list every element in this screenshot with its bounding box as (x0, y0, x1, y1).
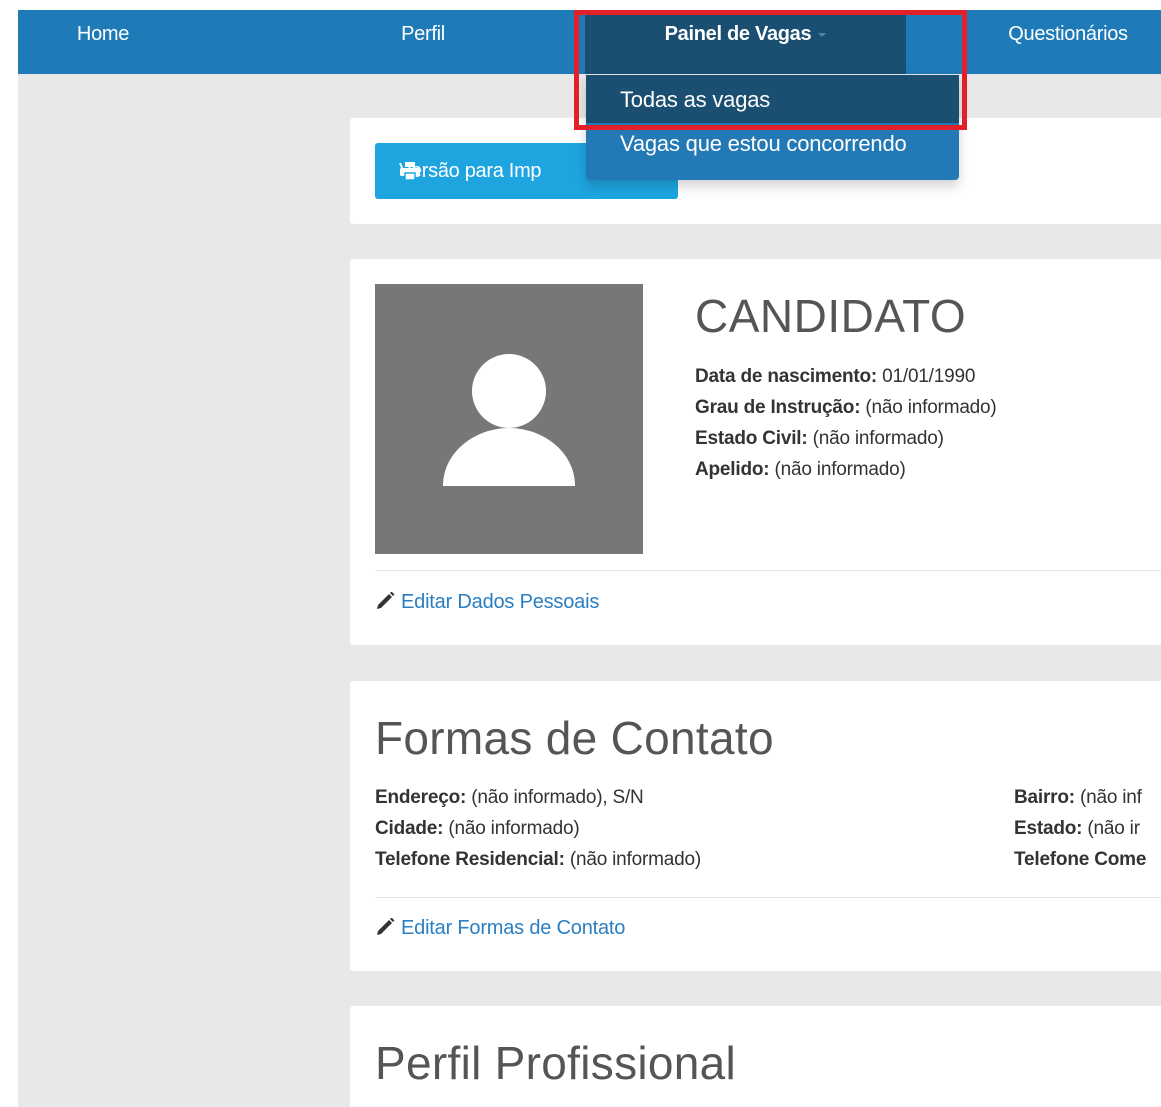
info-label: Telefone Residencial: (375, 849, 565, 870)
info-marital-status: Estado Civil: (não informado) (695, 423, 997, 454)
edit-contact-link[interactable]: Editar Formas de Contato (375, 917, 625, 940)
info-value: (não informado) (812, 428, 944, 449)
info-label: Data de nascimento: (695, 366, 878, 387)
contact-address: Endereço: (não informado), S/N (375, 782, 701, 813)
contact-business-phone: Telefone Come (1014, 844, 1146, 875)
divider (375, 570, 1161, 571)
candidate-name: CANDIDATO (695, 290, 967, 342)
info-value: 01/01/1990 (882, 366, 976, 387)
info-label: Estado Civil: (695, 428, 808, 449)
info-label: Bairro: (1014, 787, 1075, 808)
info-label: Estado: (1014, 818, 1083, 839)
info-label: Cidade: (375, 818, 444, 839)
info-label: Grau de Instrução: (695, 397, 861, 418)
page-background: Home Perfil Painel de Vagas Questionário… (18, 10, 1161, 1107)
contact-section-title: Formas de Contato (375, 712, 774, 764)
info-value: (não inf (1079, 787, 1142, 808)
info-label: Telefone Come (1014, 849, 1147, 870)
highlight-box (574, 10, 967, 130)
pencil-icon (377, 917, 395, 935)
info-education: Grau de Instrução: (não informado) (695, 392, 997, 423)
profile-photo (375, 284, 643, 554)
info-value: (não informado) (865, 397, 997, 418)
edit-contact-label: Editar Formas de Contato (401, 917, 626, 939)
divider (375, 897, 1161, 898)
nav-perfil[interactable]: Perfil (348, 10, 498, 74)
contact-home-phone: Telefone Residencial: (não informado) (375, 844, 701, 875)
info-value: (não ir (1087, 818, 1140, 839)
contact-state: Estado: (não ir (1014, 813, 1146, 844)
personal-info-list: Data de nascimento: 01/01/1990 Grau de I… (695, 361, 997, 485)
info-value: (não informado) (448, 818, 580, 839)
info-value: (não informado) (774, 459, 906, 480)
edit-personal-data-label: Editar Dados Pessoais (401, 591, 600, 613)
nav-questionarios[interactable]: Questionários (968, 10, 1161, 74)
printer-icon (400, 162, 420, 180)
info-label: Endereço: (375, 787, 467, 808)
info-label: Apelido: (695, 459, 770, 480)
nav-home[interactable]: Home (18, 10, 188, 74)
info-value: (não informado) (569, 849, 701, 870)
user-avatar-icon (443, 354, 575, 486)
info-value: (não informado), S/N (471, 787, 644, 808)
contact-left-column: Endereço: (não informado), S/N Cidade: (… (375, 782, 701, 875)
pencil-icon (377, 591, 395, 609)
professional-profile-card: Perfil Profissional (350, 1006, 1161, 1107)
info-nickname: Apelido: (não informado) (695, 454, 997, 485)
contact-city: Cidade: (não informado) (375, 813, 701, 844)
contact-right-column: Bairro: (não inf Estado: (não ir Telefon… (1014, 782, 1146, 875)
menu-item-vagas-concorrendo[interactable]: Vagas que estou concorrendo (586, 123, 959, 171)
personal-data-card: CANDIDATO Data de nascimento: 01/01/1990… (350, 259, 1161, 645)
contact-card: Formas de Contato Endereço: (não informa… (350, 681, 1161, 971)
profile-section-title: Perfil Profissional (375, 1037, 737, 1089)
edit-personal-data-link[interactable]: Editar Dados Pessoais (375, 591, 599, 614)
print-version-label: Versão para Imp (399, 160, 542, 182)
info-birthdate: Data de nascimento: 01/01/1990 (695, 361, 997, 392)
contact-neighborhood: Bairro: (não inf (1014, 782, 1146, 813)
